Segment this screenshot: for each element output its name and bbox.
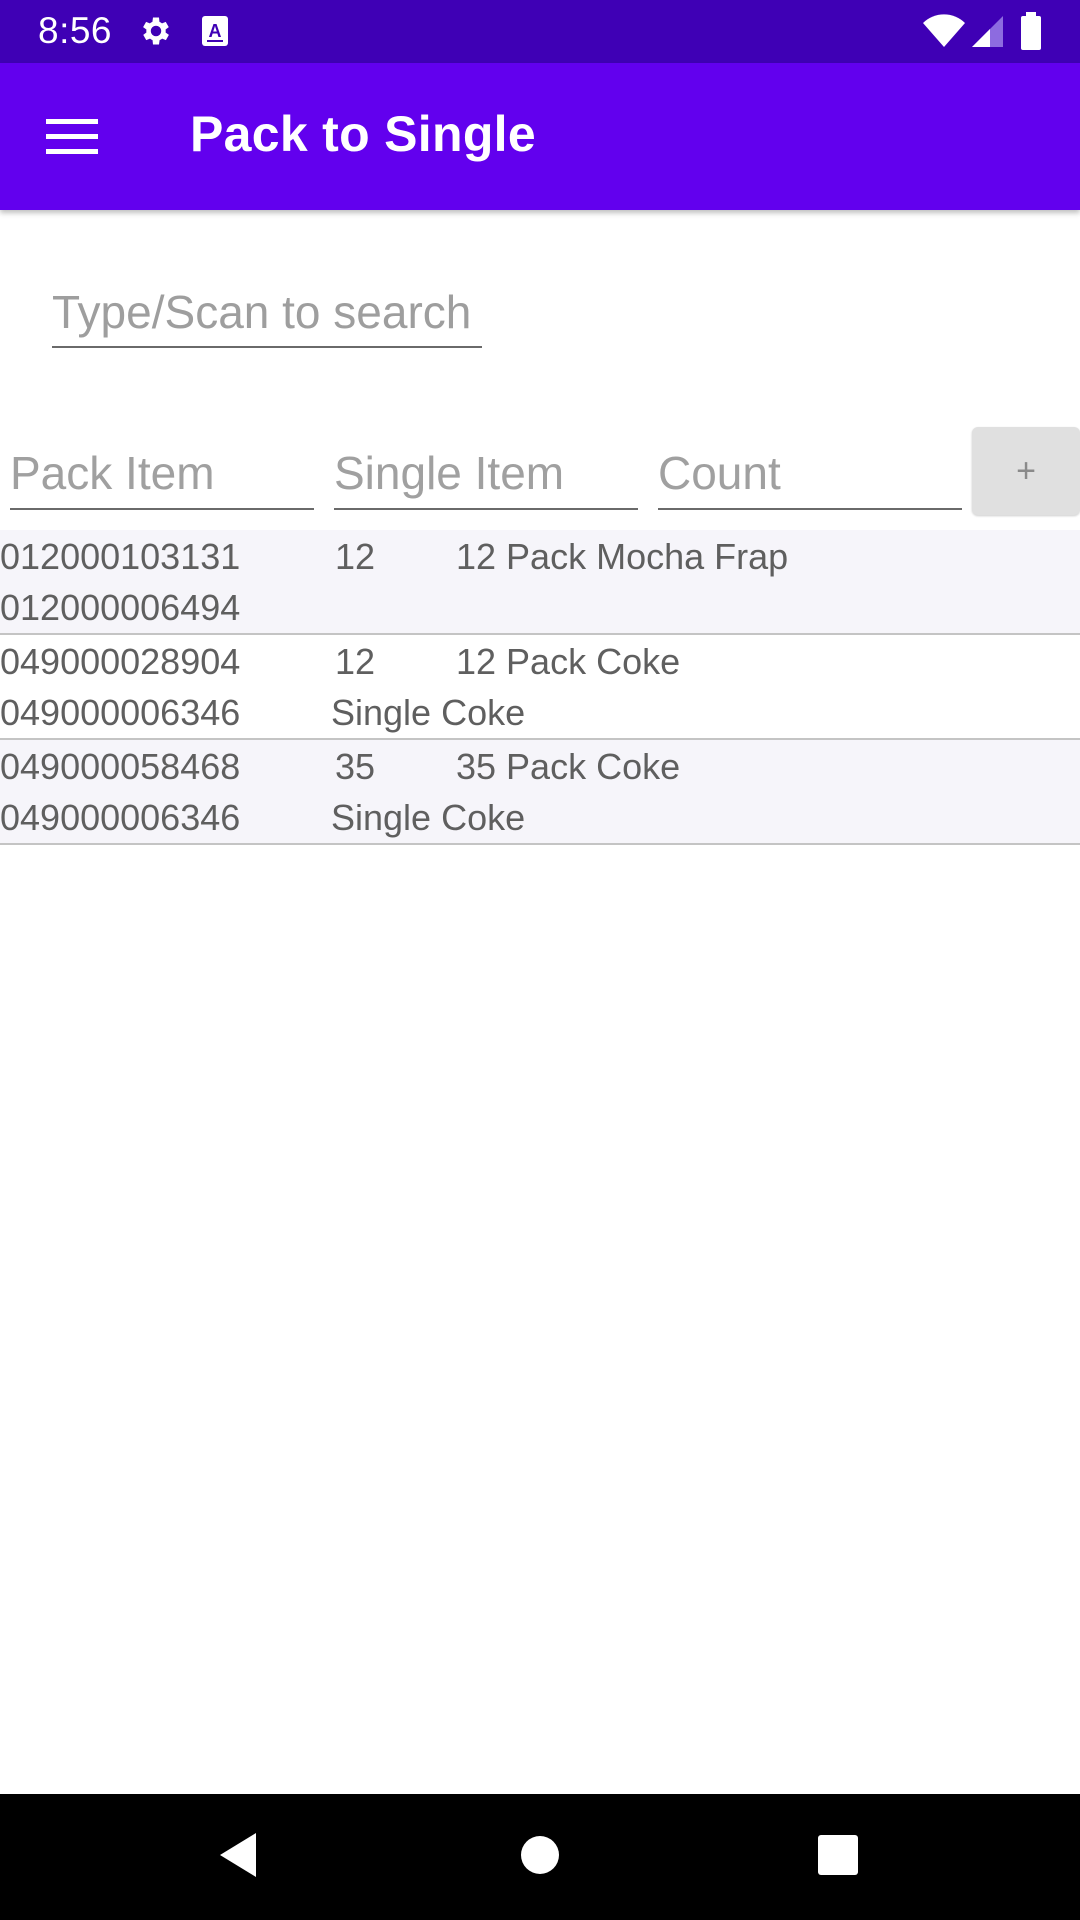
single-upc: 049000006346	[0, 692, 241, 733]
hamburger-menu-icon	[46, 116, 98, 161]
pack-count: 12	[335, 641, 376, 682]
battery-icon	[1020, 12, 1042, 55]
app-bar: Pack to Single	[0, 63, 1080, 210]
pack-description: 12 Pack Coke	[456, 641, 681, 682]
pack-description: 35 Pack Coke	[456, 746, 681, 787]
navigation-bar	[0, 1794, 1080, 1920]
home-icon	[520, 1835, 560, 1880]
back-button[interactable]	[203, 1822, 273, 1892]
pack-description: 12 Pack Mocha Frap	[456, 536, 789, 577]
add-button[interactable]: +	[972, 427, 1080, 515]
recents-button[interactable]	[803, 1822, 873, 1892]
single-upc: 049000006346	[0, 797, 241, 838]
signal-icon	[970, 14, 1004, 53]
single-item-field[interactable]	[334, 438, 638, 510]
gear-icon	[138, 13, 174, 54]
pack-item-field[interactable]	[10, 438, 314, 510]
pack-upc: 049000028904	[0, 641, 241, 682]
pack-list: 012000103131 12 12 Pack Mocha Frap 01200…	[0, 530, 1080, 845]
list-item[interactable]: 049000028904 12 12 Pack Coke 04900000634…	[0, 635, 1080, 740]
page-title: Pack to Single	[190, 106, 536, 162]
pack-upc: 049000058468	[0, 746, 241, 787]
pack-count: 12	[335, 536, 376, 577]
pack-upc: 012000103131	[0, 536, 241, 577]
single-description: Single Coke	[331, 692, 526, 733]
svg-text:A: A	[209, 21, 222, 41]
pack-count: 35	[335, 746, 376, 787]
status-time: 8:56	[38, 10, 113, 51]
home-button[interactable]	[505, 1822, 575, 1892]
status-bar: 8:56 A	[0, 0, 1080, 63]
wifi-icon	[922, 14, 966, 53]
single-description: Single Coke	[331, 797, 526, 838]
keyboard-a-icon: A	[200, 14, 230, 53]
list-item[interactable]: 012000103131 12 12 Pack Mocha Frap 01200…	[0, 530, 1080, 635]
back-icon	[216, 1831, 260, 1884]
menu-button[interactable]	[36, 102, 108, 174]
recents-icon	[817, 1834, 859, 1881]
list-item[interactable]: 049000058468 35 35 Pack Coke 04900000634…	[0, 740, 1080, 845]
single-upc: 012000006494	[0, 587, 241, 628]
search-input[interactable]	[52, 278, 482, 348]
count-field[interactable]	[658, 438, 962, 510]
